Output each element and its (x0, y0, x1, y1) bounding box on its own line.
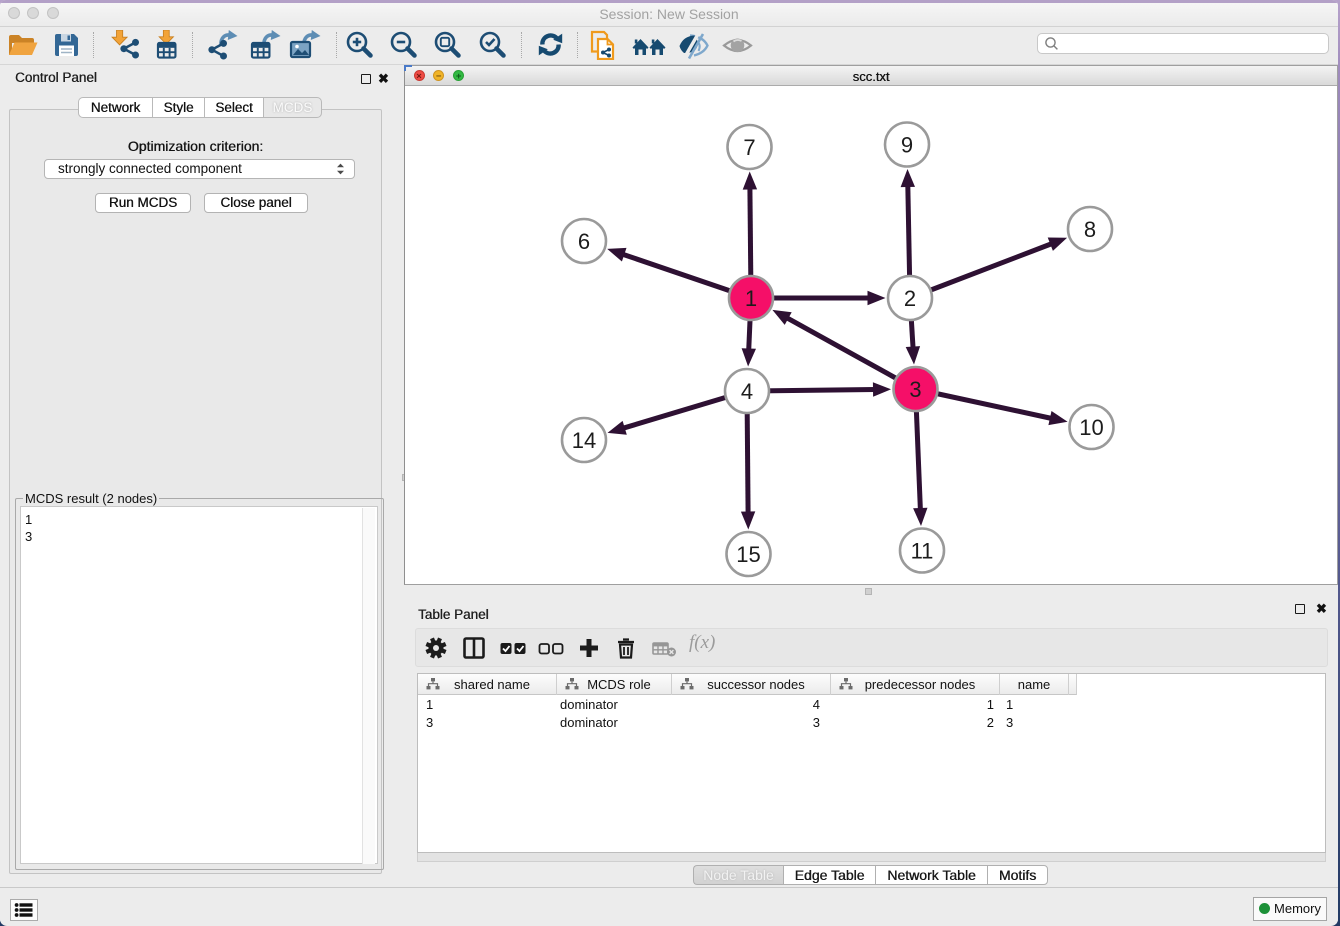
svg-text:4: 4 (741, 379, 753, 404)
svg-text:2: 2 (904, 286, 916, 311)
svg-text:10: 10 (1079, 415, 1103, 440)
svg-text:8: 8 (1084, 217, 1096, 242)
svg-text:14: 14 (572, 428, 596, 453)
svg-text:11: 11 (911, 539, 934, 564)
svg-text:1: 1 (745, 286, 757, 311)
svg-text:9: 9 (901, 133, 913, 158)
svg-text:3: 3 (909, 377, 921, 402)
svg-text:6: 6 (578, 229, 590, 254)
svg-text:7: 7 (743, 135, 755, 160)
svg-text:15: 15 (736, 542, 760, 567)
